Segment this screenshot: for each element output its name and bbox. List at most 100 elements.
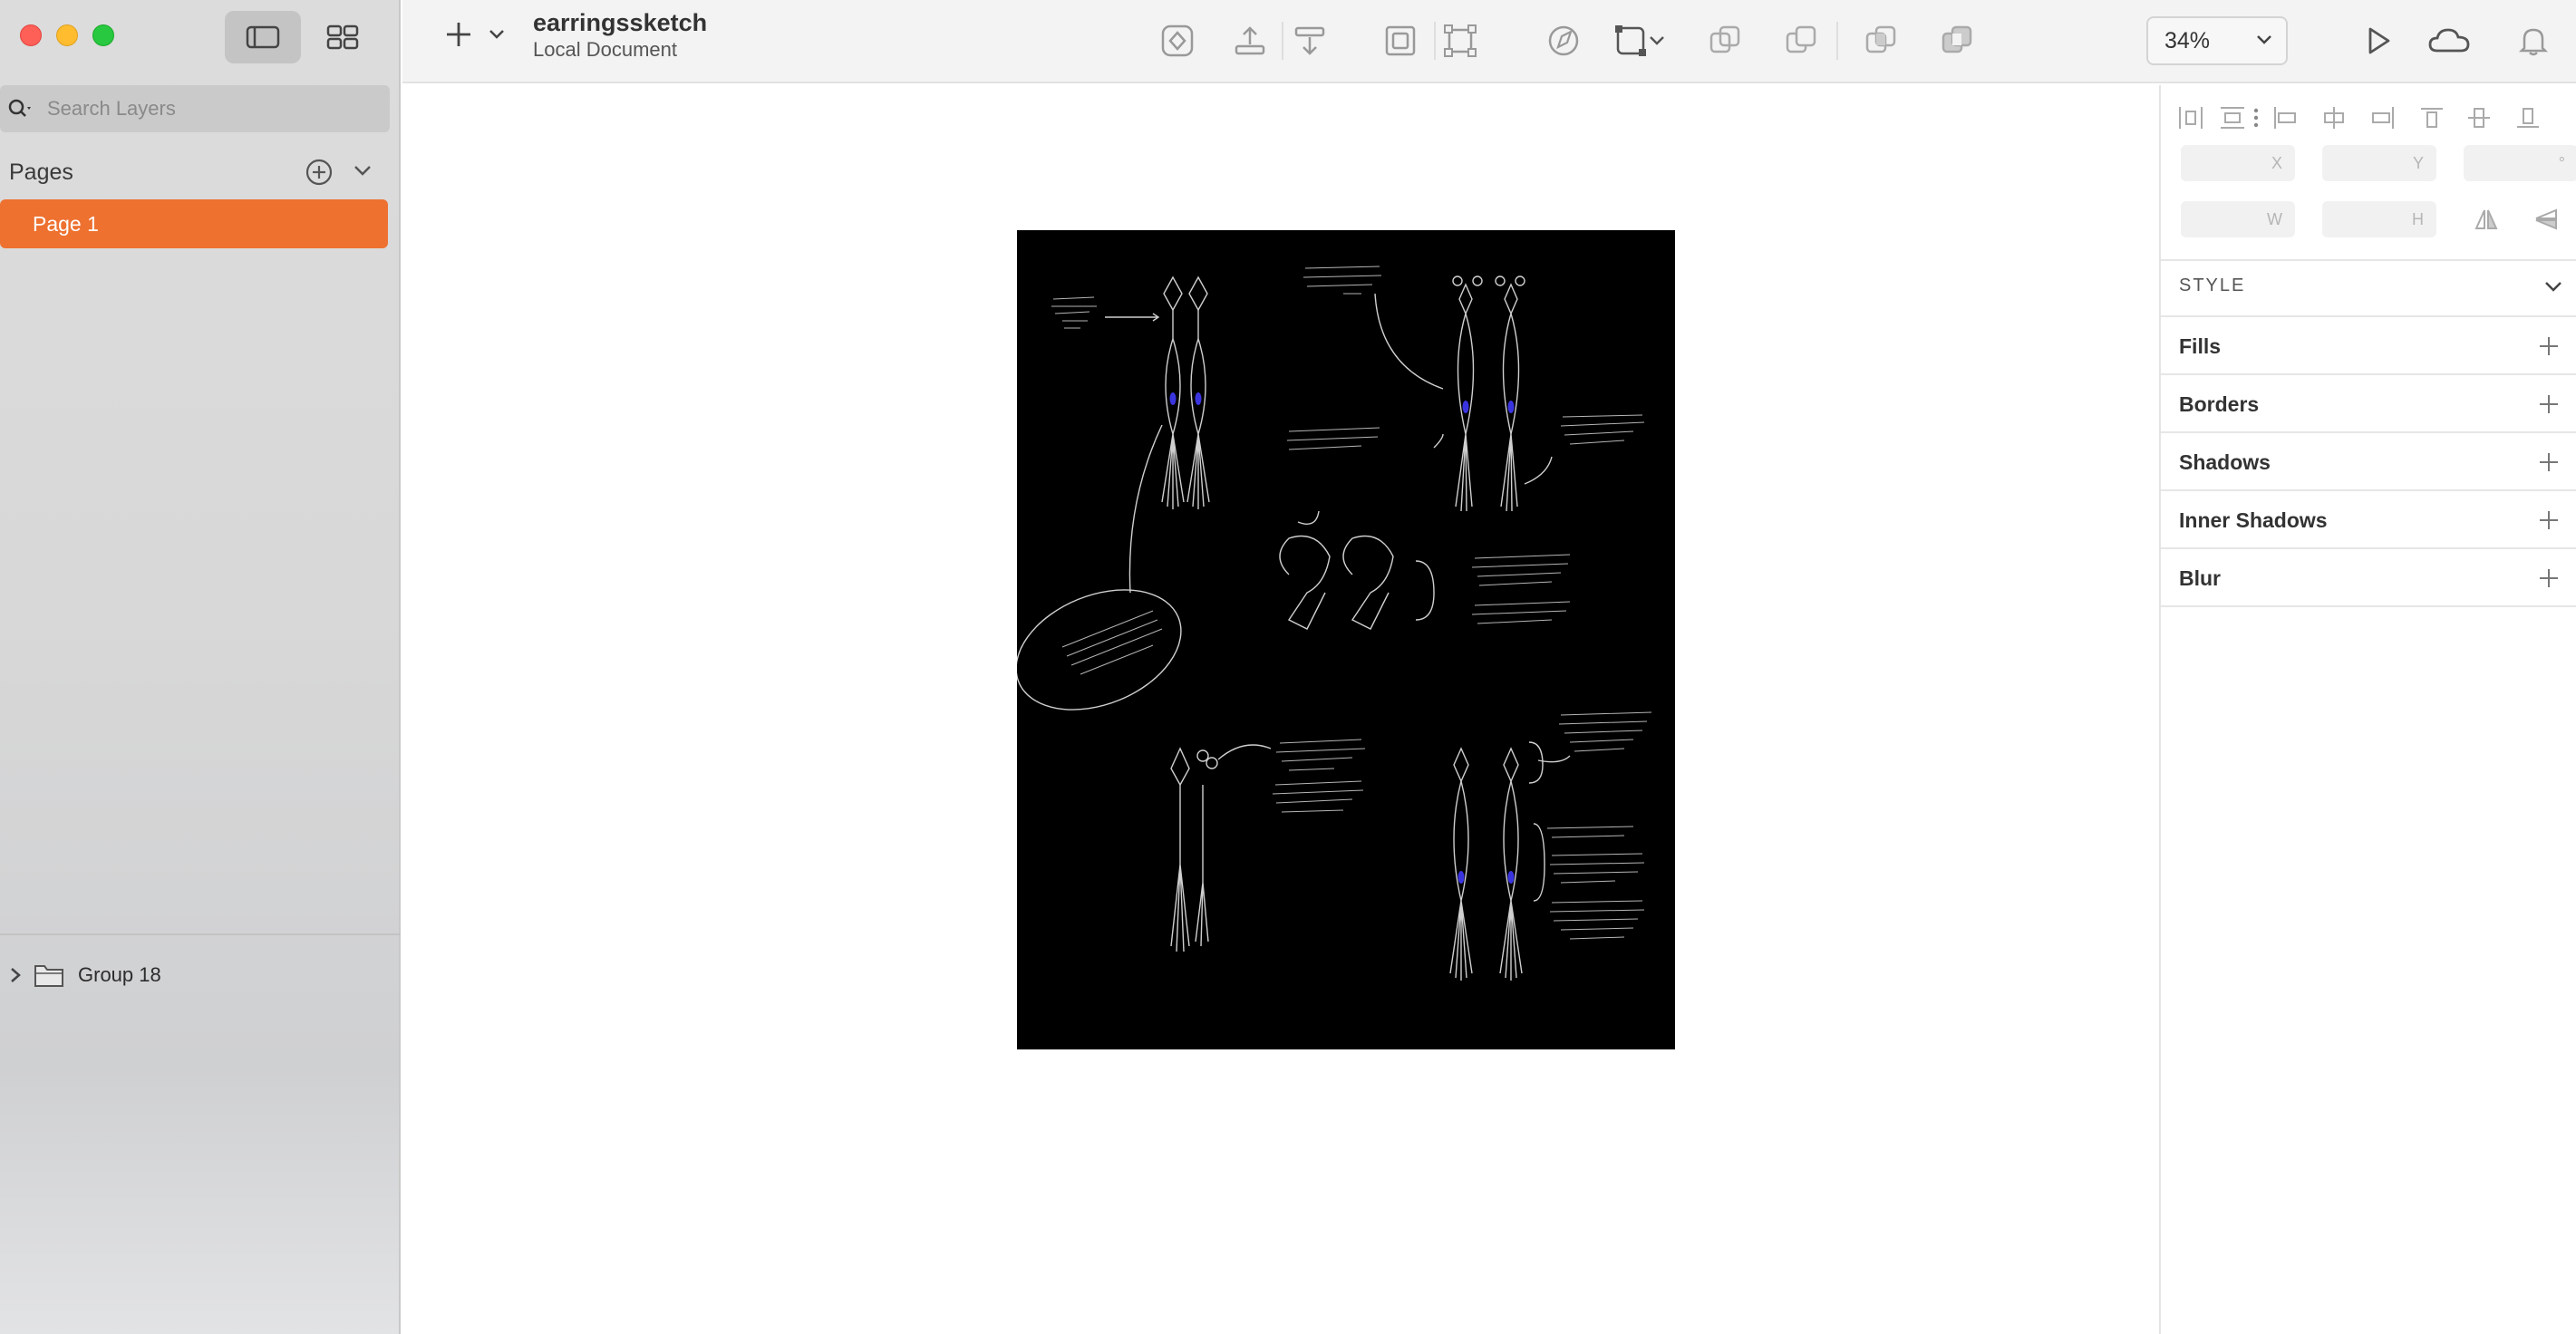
h-field-label: H bbox=[2412, 209, 2424, 228]
blur-label: Blur bbox=[2179, 566, 2221, 590]
chevron-down-icon bbox=[489, 30, 504, 39]
align-center-horizontal-icon[interactable] bbox=[2320, 105, 2348, 130]
align-bottom-icon[interactable] bbox=[2514, 105, 2542, 130]
align-middle-icon[interactable] bbox=[2465, 105, 2493, 130]
document-title: earringssketch bbox=[533, 9, 708, 36]
distribute-vertical-icon[interactable] bbox=[2219, 105, 2246, 130]
edit-path-button[interactable] bbox=[1541, 18, 1586, 63]
plus-icon bbox=[447, 23, 470, 46]
create-symbol-button[interactable] bbox=[1155, 18, 1200, 63]
artboard-earrings-sketch[interactable] bbox=[1017, 230, 1675, 1049]
canvas-view-icon bbox=[246, 25, 280, 49]
layers-divider bbox=[0, 933, 401, 935]
layers-sidebar: Search Layers Pages Page 1 Group 18 bbox=[0, 0, 401, 1334]
search-input[interactable]: Search Layers bbox=[47, 97, 176, 121]
mask-button[interactable] bbox=[1378, 18, 1423, 63]
difference-icon bbox=[1942, 25, 1972, 53]
flip-vertical-icon[interactable] bbox=[2532, 207, 2560, 232]
distribute-horizontal-icon[interactable] bbox=[2177, 105, 2204, 130]
edit-path-icon bbox=[1548, 25, 1579, 56]
add-blur-icon[interactable] bbox=[2538, 567, 2560, 589]
notifications-button[interactable] bbox=[2511, 18, 2556, 63]
page-item-page-1[interactable]: Page 1 bbox=[0, 199, 388, 248]
intersect-button[interactable] bbox=[1858, 18, 1903, 63]
shadows-section: Shadows bbox=[2179, 444, 2560, 480]
layer-label: Group 18 bbox=[78, 963, 161, 986]
more-options-icon[interactable] bbox=[2252, 105, 2261, 130]
w-field-label: W bbox=[2267, 209, 2282, 228]
y-position-field[interactable]: Y bbox=[2322, 145, 2436, 181]
insert-button[interactable] bbox=[444, 20, 506, 49]
zoom-value: 34% bbox=[2164, 27, 2211, 53]
boolean-icon bbox=[1615, 25, 1646, 56]
difference-button[interactable] bbox=[1934, 18, 1980, 63]
inspector-divider bbox=[2161, 605, 2576, 607]
pages-title: Pages bbox=[9, 159, 73, 185]
grid-view-icon bbox=[326, 24, 359, 50]
zoom-dropdown[interactable]: 34% bbox=[2146, 16, 2288, 65]
document-subtitle: Local Document bbox=[533, 38, 677, 61]
mask-icon bbox=[1385, 25, 1416, 56]
view-toggle bbox=[225, 11, 381, 63]
inspector-divider bbox=[2161, 259, 2576, 261]
chevron-down-icon bbox=[2257, 35, 2271, 44]
inner-shadows-section: Inner Shadows bbox=[2179, 502, 2560, 538]
add-fill-icon[interactable] bbox=[2538, 335, 2560, 357]
rotation-field-label: ° bbox=[2558, 153, 2565, 172]
alignment-toolbar bbox=[2177, 94, 2576, 140]
canvas-view-button[interactable] bbox=[225, 11, 301, 63]
cloud-icon bbox=[2428, 28, 2470, 53]
fills-section: Fills bbox=[2179, 328, 2560, 364]
backward-icon bbox=[1294, 26, 1325, 55]
earring-sketch-middle bbox=[1279, 535, 1435, 630]
cloud-button[interactable] bbox=[2422, 18, 2476, 63]
inspector-divider bbox=[2161, 547, 2576, 549]
earring-sketch-bottom-left bbox=[1170, 744, 1272, 952]
toolbar-separator bbox=[1836, 22, 1838, 60]
grid-view-button[interactable] bbox=[305, 11, 381, 63]
search-icon bbox=[8, 99, 31, 117]
earrings-sketch-artwork bbox=[1017, 266, 1652, 981]
collapse-pages-icon[interactable] bbox=[352, 161, 373, 179]
page-item-label: Page 1 bbox=[33, 211, 99, 236]
align-left-icon[interactable] bbox=[2271, 105, 2299, 130]
borders-label: Borders bbox=[2179, 392, 2260, 416]
add-shadow-icon[interactable] bbox=[2538, 451, 2560, 473]
canvas[interactable] bbox=[402, 85, 2157, 1334]
backward-button[interactable] bbox=[1287, 18, 1332, 63]
x-field-label: X bbox=[2271, 153, 2282, 172]
chevron-down-icon bbox=[1650, 36, 1664, 45]
add-border-icon[interactable] bbox=[2538, 393, 2560, 415]
union-button[interactable] bbox=[1702, 18, 1748, 63]
chevron-down-icon[interactable] bbox=[2543, 279, 2563, 294]
zoom-window-button[interactable] bbox=[92, 24, 114, 46]
forward-button[interactable] bbox=[1227, 18, 1273, 63]
chevron-right-icon[interactable] bbox=[9, 966, 22, 984]
flip-horizontal-icon[interactable] bbox=[2473, 207, 2500, 232]
earring-sketch-top-left bbox=[1161, 276, 1210, 509]
preview-button[interactable] bbox=[2355, 18, 2400, 63]
rotation-field[interactable]: ° bbox=[2464, 145, 2576, 181]
boolean-menu-button[interactable] bbox=[1644, 18, 1670, 63]
scale-icon bbox=[1444, 24, 1477, 57]
x-position-field[interactable]: X bbox=[2181, 145, 2295, 181]
subtract-icon bbox=[1786, 25, 1816, 53]
layer-row-group-18[interactable]: Group 18 bbox=[0, 957, 399, 993]
close-window-button[interactable] bbox=[20, 24, 42, 46]
union-icon bbox=[1709, 25, 1740, 53]
add-inner-shadow-icon[interactable] bbox=[2538, 509, 2560, 531]
align-right-icon[interactable] bbox=[2369, 105, 2397, 130]
subtract-button[interactable] bbox=[1778, 18, 1824, 63]
bell-icon bbox=[2518, 28, 2549, 56]
add-page-icon[interactable] bbox=[305, 158, 334, 187]
scale-button[interactable] bbox=[1438, 18, 1483, 63]
height-field[interactable]: H bbox=[2322, 201, 2436, 237]
pages-header: Pages bbox=[9, 154, 390, 190]
align-top-icon[interactable] bbox=[2418, 105, 2445, 130]
minimize-window-button[interactable] bbox=[56, 24, 78, 46]
borders-section: Borders bbox=[2179, 386, 2560, 422]
search-layers-field[interactable]: Search Layers bbox=[0, 85, 390, 132]
inner-shadows-label: Inner Shadows bbox=[2179, 508, 2328, 532]
earring-sketch-top-right bbox=[1452, 276, 1525, 512]
width-field[interactable]: W bbox=[2181, 201, 2295, 237]
